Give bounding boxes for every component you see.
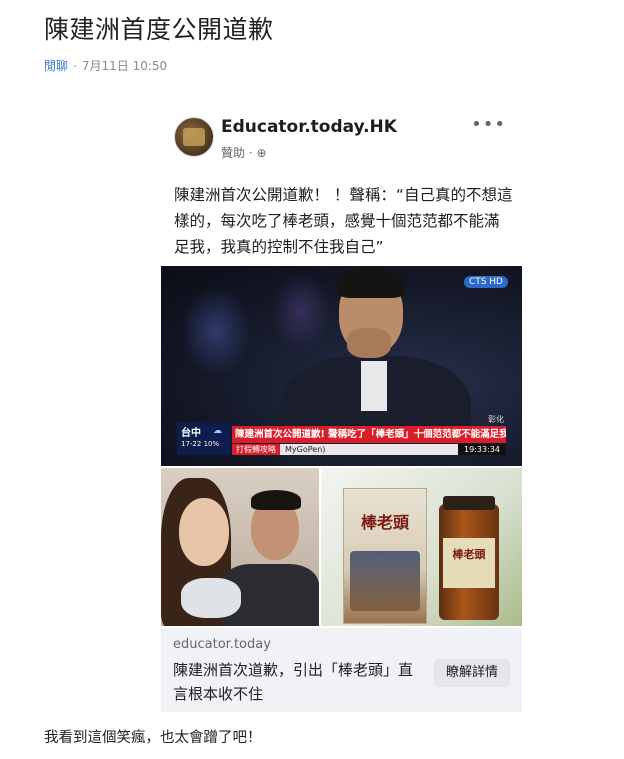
link-preview[interactable]: educator.today 陳建洲首次道歉，引出「棒老頭」直言根本收不住 瞭解… [161, 628, 522, 712]
person-shirt [361, 361, 387, 411]
learn-more-button[interactable]: 瞭解詳情 [434, 659, 510, 687]
avatar[interactable] [174, 117, 214, 157]
person-hair [337, 268, 405, 298]
location-label: 彰化 [488, 415, 504, 424]
couple-photo [161, 468, 319, 626]
box-art [350, 551, 420, 611]
sponsored-label: 贊助 · ⊕ [221, 146, 267, 160]
ad-photos[interactable]: 棒老頭 棒老頭 [161, 468, 522, 626]
page-title: 陳建洲首度公開道歉 [44, 15, 274, 44]
ticker-text: MyGoPen) [285, 445, 326, 454]
news-headline: 陳建洲首次公開道歉! 聲稱吃了「棒老頭」十個范范都不能滿足我! [232, 426, 506, 443]
article-meta: 閒聊 · 7月11日 10:50 [44, 57, 167, 74]
box-name: 棒老頭 [360, 513, 409, 532]
facebook-post-screenshot: Educator.today.HK 贊助 · ⊕ ••• 陳建洲首次公開道歉！ … [161, 100, 522, 712]
weather-city: 台中 [181, 428, 201, 439]
link-domain: educator.today [173, 637, 271, 652]
weather-box: 台中 ☁ 17-22 10% [177, 423, 231, 455]
channel-logo: CTS HD [463, 276, 508, 288]
stage-light [271, 271, 331, 351]
more-icon[interactable]: ••• [471, 114, 506, 135]
hair [251, 490, 301, 510]
news-video-frame: CTS HD 彰化 台中 ☁ 17-22 10% 陳建洲首次公開道歉! 聲稱吃了… [161, 266, 522, 466]
product-jar: 棒老頭 [439, 496, 499, 620]
person-hand [347, 328, 391, 358]
article-caption: 我看到這個笑瘋，也太會蹭了吧！ [44, 730, 262, 746]
category-link[interactable]: 閒聊 [44, 59, 68, 73]
product-photo: 棒老頭 棒老頭 [321, 468, 522, 626]
news-clock: 19:33:34 [458, 444, 506, 455]
weather-temp: 17-22 10% [181, 440, 220, 448]
jar-cap [443, 496, 495, 510]
ticker-label: 打假轉攻略 [232, 444, 280, 455]
jar-name: 棒老頭 [452, 548, 486, 561]
arm [181, 578, 241, 618]
face [179, 498, 229, 566]
product-box: 棒老頭 [343, 488, 427, 624]
jar-label: 棒老頭 [443, 538, 495, 588]
stage-light [181, 286, 251, 376]
post-header: Educator.today.HK 贊助 · ⊕ ••• [161, 100, 522, 170]
meta-separator: · [73, 59, 77, 73]
page-name[interactable]: Educator.today.HK [221, 117, 397, 137]
link-title[interactable]: 陳建洲首次道歉，引出「棒老頭」直言根本收不住 [173, 658, 423, 706]
timestamp: 7月11日 10:50 [81, 59, 168, 73]
cloud-icon: ☁ [213, 426, 222, 436]
post-text: 陳建洲首次公開道歉！ ！聲稱：“自己真的不想這樣的，每次吃了棒老頭，感覺十個范范… [174, 186, 513, 256]
